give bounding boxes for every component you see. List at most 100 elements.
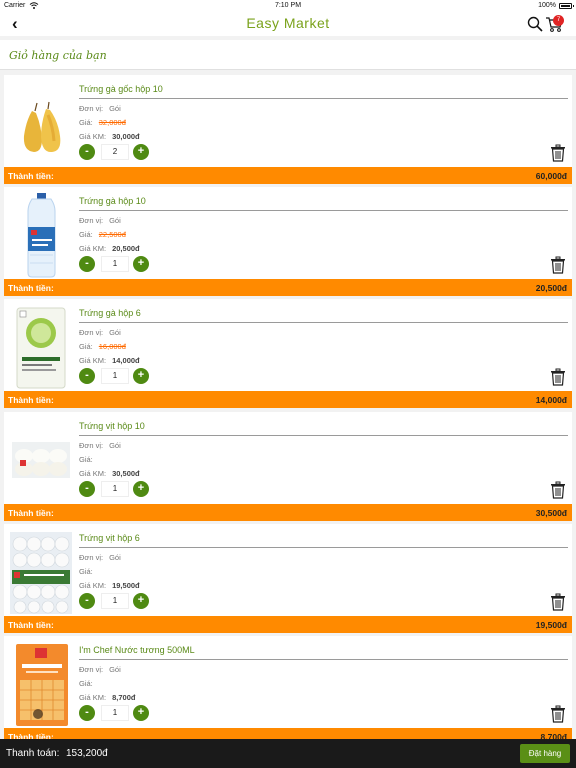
- quantity-field[interactable]: 1: [101, 256, 129, 272]
- sale-price-row: Giá KM: 30,500đ: [79, 469, 140, 478]
- divider: [79, 322, 568, 323]
- place-order-button[interactable]: Đặt hàng: [520, 744, 570, 763]
- quantity-field[interactable]: 1: [101, 593, 129, 609]
- line-total-label: Thành tiền:: [8, 395, 54, 405]
- sale-price: 19,500đ: [112, 581, 140, 590]
- sale-price: 30,500đ: [112, 469, 140, 478]
- increase-quantity-button[interactable]: +: [133, 705, 149, 721]
- line-total-value: 14,000đ: [535, 395, 567, 405]
- payment-label: Thanh toán:: [6, 748, 60, 759]
- section-title: Giỏ hàng của bạn: [9, 49, 107, 62]
- product-image: [8, 193, 74, 279]
- unit-label: Đơn vị:: [79, 441, 104, 450]
- sale-price-row: Giá KM: 8,700đ: [79, 693, 135, 702]
- minus-icon: -: [85, 482, 89, 494]
- product-image: [8, 530, 74, 616]
- line-total-label: Thành tiền:: [8, 283, 54, 293]
- product-name[interactable]: Trứng vịt hộp 6: [79, 533, 140, 543]
- sale-price: 14,000đ: [112, 356, 140, 365]
- minus-icon: -: [85, 594, 89, 606]
- sale-price: 20,500đ: [112, 244, 140, 253]
- decrease-quantity-button[interactable]: -: [79, 144, 95, 160]
- increase-quantity-button[interactable]: +: [133, 593, 149, 609]
- price-row: Giá: 32,000đ: [79, 118, 126, 127]
- product-name[interactable]: Trứng gà hộp 10: [79, 196, 146, 206]
- price-row: Giá:: [79, 679, 99, 688]
- checkout-bar: Thanh toán: 153,200đ Đặt hàng: [0, 739, 576, 768]
- minus-icon: -: [85, 145, 89, 157]
- price-label: Giá:: [79, 679, 93, 688]
- original-price: 32,000đ: [98, 118, 126, 127]
- divider: [79, 435, 568, 436]
- increase-quantity-button[interactable]: +: [133, 368, 149, 384]
- unit-value: Gói: [109, 328, 121, 337]
- sale-price-label: Giá KM:: [79, 469, 107, 478]
- decrease-quantity-button[interactable]: -: [79, 593, 95, 609]
- sale-price-label: Giá KM:: [79, 132, 107, 141]
- unit-value: Gói: [109, 553, 121, 562]
- price-label: Giá:: [79, 342, 93, 351]
- minus-icon: -: [85, 257, 89, 269]
- quantity-field[interactable]: 1: [101, 481, 129, 497]
- unit-label: Đơn vị:: [79, 553, 104, 562]
- cart-item: Trứng gà hộp 6 Đơn vị: Gói Giá: 16,000đ Gi…: [4, 299, 572, 408]
- line-total-label: Thành tiền:: [8, 620, 54, 630]
- product-name[interactable]: Trứng gà gốc hộp 10: [79, 84, 163, 94]
- line-total-label: Thành tiền:: [8, 171, 54, 181]
- quantity-field[interactable]: 1: [101, 368, 129, 384]
- product-name[interactable]: Trứng vịt hộp 10: [79, 421, 145, 431]
- product-image: [8, 418, 74, 504]
- decrease-quantity-button[interactable]: -: [79, 705, 95, 721]
- unit-row: Đơn vị: Gói: [79, 328, 121, 337]
- line-total-bar: Thành tiền: 20,500đ: [4, 279, 572, 296]
- cart-item: Trứng gà gốc hộp 10 Đơn vị: Gói Giá: 32,00…: [4, 75, 572, 184]
- divider: [79, 547, 568, 548]
- line-total-bar: Thành tiền: 19,500đ: [4, 616, 572, 633]
- increase-quantity-button[interactable]: +: [133, 144, 149, 160]
- product-image: [8, 81, 74, 167]
- unit-label: Đơn vị:: [79, 216, 104, 225]
- decrease-quantity-button[interactable]: -: [79, 256, 95, 272]
- sale-price-label: Giá KM:: [79, 244, 107, 253]
- original-price: 22,500đ: [98, 230, 126, 239]
- divider: [79, 98, 568, 99]
- product-name[interactable]: I'm Chef Nước tương 500ML: [79, 645, 195, 655]
- minus-icon: -: [85, 369, 89, 381]
- navigation-bar: ‹ Easy Market: [0, 12, 576, 36]
- line-total-value: 60,000đ: [535, 171, 567, 181]
- line-total-bar: Thành tiền: 14,000đ: [4, 391, 572, 408]
- plus-icon: +: [137, 369, 145, 381]
- decrease-quantity-button[interactable]: -: [79, 368, 95, 384]
- sale-price-row: Giá KM: 19,500đ: [79, 581, 140, 590]
- product-name[interactable]: Trứng gà hộp 6: [79, 308, 141, 318]
- trash-icon[interactable]: [550, 705, 566, 723]
- quantity-field[interactable]: 1: [101, 705, 129, 721]
- quantity-field[interactable]: 2: [101, 144, 129, 160]
- search-icon[interactable]: [527, 16, 543, 32]
- sale-price-label: Giá KM:: [79, 581, 107, 590]
- increase-quantity-button[interactable]: +: [133, 256, 149, 272]
- price-label: Giá:: [79, 455, 93, 464]
- trash-icon[interactable]: [550, 144, 566, 162]
- sale-price-label: Giá KM:: [79, 356, 107, 365]
- trash-icon[interactable]: [550, 481, 566, 499]
- clock: 7:10 PM: [274, 2, 302, 9]
- increase-quantity-button[interactable]: +: [133, 481, 149, 497]
- battery-icon: [559, 3, 574, 9]
- trash-icon[interactable]: [550, 368, 566, 386]
- divider: [79, 210, 568, 211]
- price-label: Giá:: [79, 230, 93, 239]
- line-total-value: 20,500đ: [535, 283, 567, 293]
- divider: [79, 659, 568, 660]
- trash-icon[interactable]: [550, 593, 566, 611]
- unit-row: Đơn vị: Gói: [79, 104, 121, 113]
- line-total-value: 19,500đ: [535, 620, 567, 630]
- sale-price: 8,700đ: [112, 693, 136, 702]
- minus-icon: -: [85, 706, 89, 718]
- trash-icon[interactable]: [550, 256, 566, 274]
- sale-price-label: Giá KM:: [79, 693, 107, 702]
- plus-icon: +: [137, 706, 145, 718]
- unit-label: Đơn vị:: [79, 328, 104, 337]
- unit-value: Gói: [109, 665, 121, 674]
- decrease-quantity-button[interactable]: -: [79, 481, 95, 497]
